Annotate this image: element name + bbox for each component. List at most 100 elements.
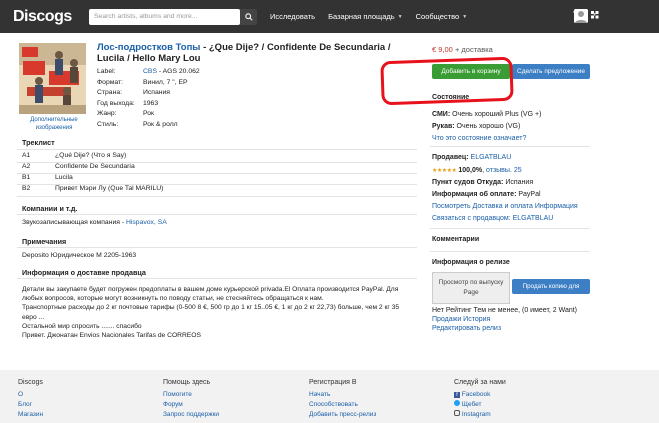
- meta-row-genre: Жанр: Рок: [97, 109, 200, 120]
- track-position: A1: [22, 152, 31, 159]
- footer-link-facebook[interactable]: f Facebook: [454, 390, 506, 400]
- meta-row-style: Стиль: Рок & ролл: [97, 120, 200, 131]
- view-release-page-button[interactable]: Просмотр по выпуску Page: [432, 272, 510, 304]
- twitter-icon: [454, 400, 460, 406]
- divider: [430, 251, 590, 252]
- track-row: A1 ¿Qué Dije? (Что я Say): [22, 151, 412, 162]
- footer-link-instagram[interactable]: Instagram: [454, 410, 506, 420]
- footer-col-follow: Следуй за нами f Facebook Щебет Instagra…: [454, 378, 506, 420]
- tracklist-heading: Треклист: [22, 138, 55, 147]
- sell-copy-button[interactable]: Продать копию для продажи: [512, 279, 590, 305]
- footer-heading: Следуй за нами: [454, 379, 506, 386]
- track-row: B1 Lucila: [22, 173, 412, 184]
- track-position: B1: [22, 174, 31, 181]
- artist-link[interactable]: Лос-подростков Топы: [97, 42, 200, 53]
- meta-row-country: Страна: Испания: [97, 88, 200, 99]
- release-info-heading: Информация о релизе: [432, 259, 510, 266]
- more-images-link[interactable]: Дополнительные изображения: [28, 116, 80, 132]
- edit-release-link[interactable]: Редактировать релиз: [432, 324, 501, 334]
- make-offer-button[interactable]: Сделать предложение: [512, 64, 590, 79]
- meta-value[interactable]: Рок: [143, 109, 154, 120]
- ships-from: Пункт судов Откуда: Испания: [432, 178, 533, 188]
- search-icon: [244, 12, 253, 21]
- sleeve-label: Рукав:: [432, 123, 455, 130]
- sleeve-condition: Рукав: Очень хорошо (VG): [432, 122, 520, 132]
- facebook-icon: f: [454, 392, 460, 398]
- reviews-link[interactable]: отзывы. 25: [486, 167, 522, 174]
- shipping-heading: Информация о доставке продавца: [22, 268, 146, 277]
- label-link[interactable]: CBS: [143, 68, 157, 75]
- sleeve-value: Очень хорошо (VG): [456, 123, 521, 130]
- instagram-icon: [454, 410, 460, 416]
- footer: Discogs О Блог Магазин Помощь здесь Помо…: [0, 370, 659, 423]
- chevron-down-icon[interactable]: ▼: [592, 12, 597, 18]
- user-avatar[interactable]: [574, 9, 588, 23]
- nav-community[interactable]: Сообщество ▼: [416, 12, 468, 21]
- user-icon: [574, 9, 588, 23]
- footer-heading: Регистрация В: [309, 379, 357, 386]
- footer-link[interactable]: Магазин: [18, 410, 43, 420]
- shipping-text: Детали вы закупаете будет погружен предо…: [22, 285, 412, 340]
- track-title: ¿Qué Dije? (Что я Say): [55, 152, 127, 159]
- footer-link[interactable]: Способствовать: [309, 400, 376, 410]
- rating-percent: 100,0%: [458, 167, 483, 174]
- track-title: Привет Мэри Лу (Que Tal MARILU): [55, 185, 164, 192]
- footer-link[interactable]: Блог: [18, 400, 43, 410]
- ships-label: Пункт судов Откуда:: [432, 179, 504, 186]
- seller-link[interactable]: ELGATBLAU: [471, 154, 512, 161]
- footer-link[interactable]: Добавить пресс-релиз: [309, 410, 376, 420]
- media-label: СМИ:: [432, 111, 451, 118]
- meta-value[interactable]: Испания: [143, 88, 170, 99]
- divider: [17, 214, 417, 215]
- search-button[interactable]: [240, 8, 257, 25]
- top-navigation-bar: Discogs Search artists, albums and more.…: [0, 0, 659, 33]
- footer-link[interactable]: Форум: [163, 400, 219, 410]
- nav-explore[interactable]: Исследовать: [270, 12, 315, 21]
- track-title: Confidente De Secundaria: [55, 163, 135, 170]
- release-meta: Label: CBS - AGS 20.062 Формат: Винил, 7 "…: [97, 67, 200, 130]
- shipping-line: Привет. Джонатан Envios Nacionales Tarif…: [22, 332, 201, 340]
- contact-seller-link[interactable]: Связаться с продавцом: ELGATBLAU: [432, 214, 553, 224]
- track-row: A2 Confidente De Secundaria: [22, 162, 412, 173]
- footer-link-label: Facebook: [461, 391, 491, 398]
- divider: [17, 196, 417, 197]
- divider: [430, 146, 590, 147]
- price-amount: € 9,00: [432, 45, 453, 54]
- meta-value[interactable]: 1963: [143, 99, 158, 110]
- payment-info: Информация об оплате: PayPal: [432, 190, 541, 200]
- meta-key: Жанр:: [97, 110, 117, 117]
- price: € 9,00 + доставка: [432, 45, 493, 54]
- footer-link[interactable]: Запрос поддержки: [163, 410, 219, 420]
- nav-marketplace[interactable]: Базарная площадь ▼: [328, 12, 403, 21]
- comments-heading: Комментарии: [432, 236, 480, 243]
- footer-col-join: Регистрация В Начать Способствовать Доба…: [309, 378, 376, 420]
- seller-rating: ★★★★★ 100,0%, отзывы. 25: [432, 167, 522, 174]
- shipping-line: Детали вы закупаете будет погружен предо…: [22, 286, 399, 293]
- divider: [430, 228, 590, 229]
- meta-key: Страна:: [97, 89, 123, 96]
- shipping-line: любых вопросов, которые могут возникнуть…: [22, 295, 324, 303]
- footer-link[interactable]: Помогите: [163, 390, 219, 400]
- condition-meaning-link[interactable]: Что это состояние означает?: [432, 134, 526, 144]
- divider: [17, 149, 417, 150]
- company-link[interactable]: Hispavox, SA: [126, 219, 167, 226]
- search-input[interactable]: Search artists, albums and more...: [89, 8, 240, 25]
- footer-link[interactable]: О: [18, 390, 43, 400]
- meta-key: Стиль:: [97, 120, 119, 128]
- release-title: Лос-подростков Топы - ¿Que Dije? / Confi…: [97, 42, 402, 64]
- seller-label: Продавец:: [432, 154, 469, 161]
- footer-link-twitter[interactable]: Щебет: [454, 400, 506, 410]
- track-position: A2: [22, 163, 31, 170]
- footer-link[interactable]: Начать: [309, 390, 376, 400]
- discogs-logo[interactable]: Discogs: [13, 8, 88, 26]
- meta-value[interactable]: Винил, 7 ", EP: [143, 78, 188, 89]
- shipping-line: евро ...: [22, 313, 45, 321]
- notes-heading: Примечания: [22, 237, 67, 246]
- meta-value[interactable]: Рок & ролл: [143, 120, 178, 131]
- chevron-down-icon: ▼: [397, 13, 403, 20]
- album-cover-image[interactable]: [19, 43, 86, 114]
- footer-link-label: Щебет: [461, 401, 482, 408]
- meta-row-label: Label: CBS - AGS 20.062: [97, 67, 200, 78]
- shipping-line: Остальной мир спросить ....... спасибо: [22, 322, 142, 330]
- shipping-terms-link[interactable]: Посмотреть Доставка и оплата Информация: [432, 202, 578, 212]
